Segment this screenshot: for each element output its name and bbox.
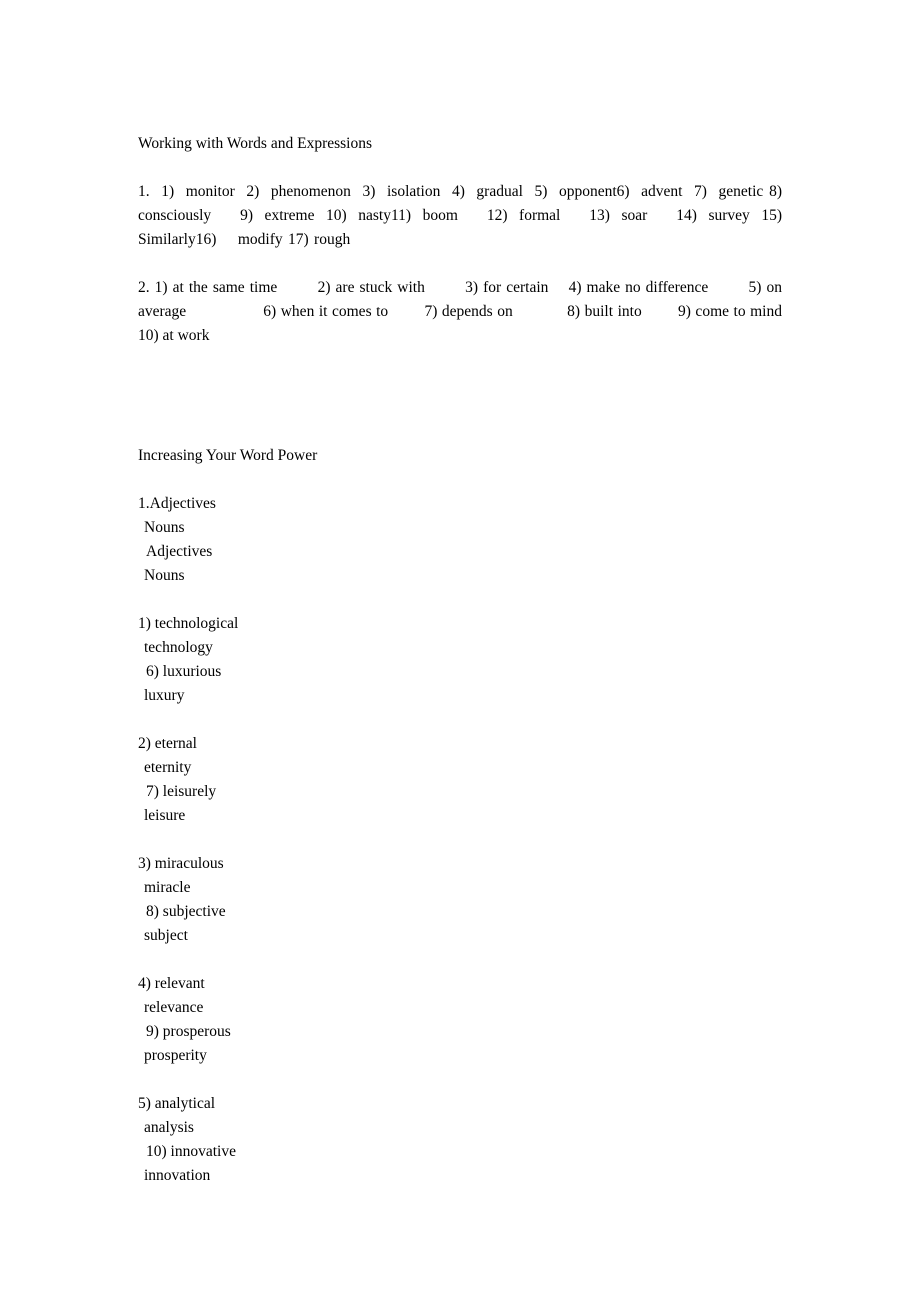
document-page: Working with Words and Expressions 1. 1)…: [0, 0, 920, 1302]
word-pair-noun-left: analysis: [144, 1119, 194, 1136]
word-pair-noun-right: innovation: [144, 1167, 211, 1184]
word-pair-adjective-left: 2) eternal: [138, 735, 197, 752]
word-power-header-line-1: Nouns: [144, 519, 185, 536]
answer-paragraph-item-1: 1. 1) monitor 2) phenomenon 3) isolation…: [138, 183, 793, 248]
word-power-header-block: 1.Adjectives Nouns Adjectives Nouns: [138, 492, 782, 588]
word-pair-noun-right: luxury: [144, 687, 185, 704]
word-pair-adjective-left: 3) miraculous: [138, 855, 224, 872]
answer-paragraph-item-2: 2. 1) at the same time 2) are stuck with…: [138, 279, 821, 344]
word-pair-noun-right: prosperity: [144, 1047, 207, 1064]
word-pair-noun-left: relevance: [144, 999, 204, 1016]
word-pair-block: 1) technological technology 6) luxurious…: [138, 612, 782, 708]
word-pair-block: 2) eternal eternity 7) leisurely leisure: [138, 732, 782, 828]
word-pair-noun-right: leisure: [144, 807, 186, 824]
word-pair-noun-left: eternity: [144, 759, 192, 776]
word-pair-adjective-right: 10) innovative: [146, 1143, 236, 1160]
document-content: Working with Words and Expressions 1. 1)…: [138, 132, 782, 1188]
word-pair-block: 4) relevant relevance 9) prosperous pros…: [138, 972, 782, 1068]
word-power-header-line-2: Adjectives: [146, 543, 213, 560]
word-pair-noun-left: technology: [144, 639, 213, 656]
word-power-header-number: 1.Adjectives: [138, 495, 216, 512]
word-pair-adjective-right: 8) subjective: [146, 903, 226, 920]
word-pair-noun-left: miracle: [144, 879, 191, 896]
word-pair-block: 3) miraculous miracle 8) subjective subj…: [138, 852, 782, 948]
section-title-increasing-word-power: Increasing Your Word Power: [138, 447, 318, 464]
word-pair-adjective-left: 1) technological: [138, 615, 239, 632]
word-power-header-line-3: Nouns: [144, 567, 185, 584]
section-title-working-with-words: Working with Words and Expressions: [138, 135, 373, 152]
word-pair-adjective-left: 4) relevant: [138, 975, 205, 992]
word-pair-adjective-left: 5) analytical: [138, 1095, 216, 1112]
word-pair-adjective-right: 6) luxurious: [146, 663, 222, 680]
word-pair-adjective-right: 7) leisurely: [146, 783, 217, 800]
word-pair-noun-right: subject: [144, 927, 188, 944]
word-pair-adjective-right: 9) prosperous: [146, 1023, 231, 1040]
word-pair-block: 5) analytical analysis 10) innovative in…: [138, 1092, 782, 1188]
